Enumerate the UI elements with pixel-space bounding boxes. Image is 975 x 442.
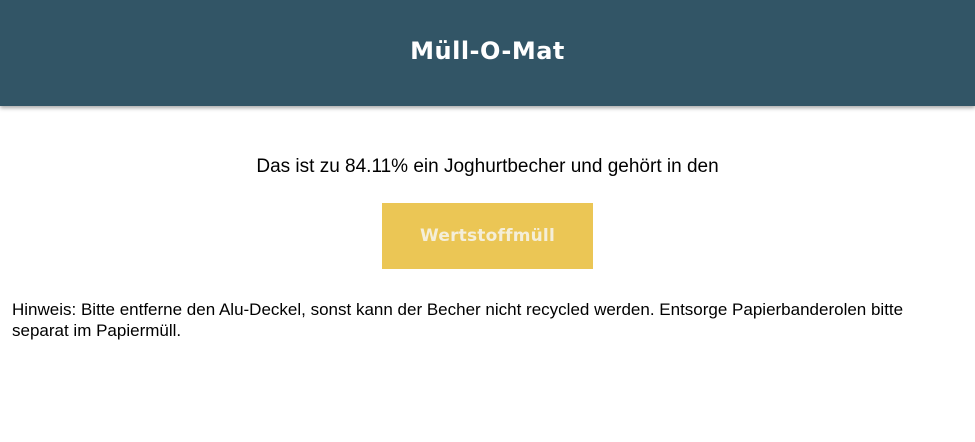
classification-result-text: Das ist zu 84.11% ein Joghurtbecher und … bbox=[256, 156, 719, 177]
bin-category-label: Wertstoffmüll bbox=[420, 226, 555, 246]
app-header: Müll-O-Mat bbox=[0, 0, 975, 106]
app-title: Müll-O-Mat bbox=[410, 37, 565, 65]
bin-category-badge: Wertstoffmüll bbox=[382, 203, 593, 269]
disposal-hint-text: Hinweis: Bitte entferne den Alu-Deckel, … bbox=[12, 300, 904, 340]
